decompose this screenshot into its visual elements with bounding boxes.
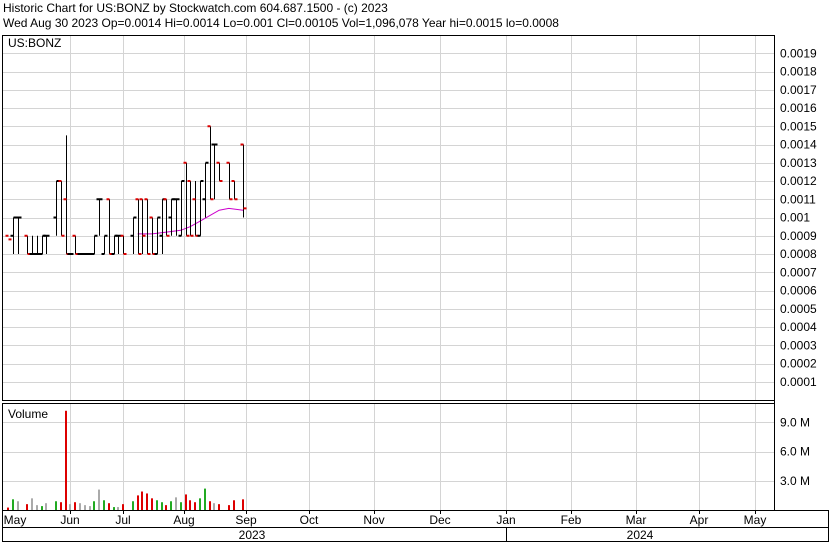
- volume-bar: [31, 498, 33, 510]
- stock-chart: US:BONZ Volume 0.0019 0.0018 0.0017 0.0016 0.0…: [2, 35, 829, 542]
- volume-bar: [156, 500, 158, 510]
- volume-bar: [185, 494, 187, 510]
- volume-bar: [103, 500, 105, 510]
- month-label: Dec: [429, 513, 450, 527]
- volume-bar: [146, 493, 148, 510]
- volume-bar: [113, 507, 115, 510]
- month-label: Feb: [561, 513, 582, 527]
- price-tick-label: 0.0006: [780, 284, 817, 298]
- volume-bar: [84, 505, 86, 510]
- price-tick-label: 0.0008: [780, 247, 817, 261]
- year-label: 2024: [627, 528, 654, 542]
- volume-bar: [165, 505, 167, 510]
- month-label: May: [4, 513, 27, 527]
- volume-bar: [12, 499, 14, 510]
- volume-bar: [17, 501, 19, 510]
- volume-bar: [98, 489, 100, 510]
- price-tick-label: 0.0016: [780, 101, 817, 115]
- volume-panel-frame: [2, 403, 775, 511]
- price-tick-label: 0.0007: [780, 265, 817, 279]
- volume-bar: [204, 488, 206, 510]
- price-tick-label: 0.0002: [780, 357, 817, 371]
- volume-bar: [209, 501, 211, 510]
- month-label: Oct: [300, 513, 319, 527]
- volume-bars: [7, 410, 244, 510]
- volume-bar: [36, 505, 38, 510]
- volume-bar: [41, 506, 43, 510]
- volume-bar: [55, 501, 57, 510]
- price-tick-label: 0.001: [780, 211, 810, 225]
- volume-bar: [137, 495, 139, 510]
- volume-bar: [170, 501, 172, 510]
- volume-bar: [79, 503, 81, 510]
- volume-bar: [233, 500, 235, 510]
- volume-bar: [74, 502, 76, 510]
- volume-bar: [151, 498, 153, 510]
- month-label: May: [744, 513, 767, 527]
- volume-panel-title: Volume: [8, 407, 48, 421]
- volume-bar: [141, 491, 143, 510]
- price-tick-label: 0.0009: [780, 229, 817, 243]
- volume-tick-label: 6.0 M: [780, 445, 810, 459]
- price-tick-label: 0.0014: [780, 138, 817, 152]
- price-tick-label: 0.0019: [780, 46, 817, 60]
- volume-bar: [218, 504, 220, 510]
- volume-bar: [189, 500, 191, 510]
- price-tick-label: 0.0011: [780, 192, 816, 206]
- volume-bar: [108, 503, 110, 510]
- month-label: Sep: [235, 513, 257, 527]
- volume-bar: [7, 507, 9, 510]
- volume-bar: [93, 501, 95, 510]
- volume-bar: [194, 502, 196, 510]
- price-tick-label: 0.0004: [780, 320, 817, 334]
- price-panel-title: US:BONZ: [8, 36, 61, 50]
- volume-bar: [161, 502, 163, 510]
- volume-tick-label: 3.0 M: [780, 474, 810, 488]
- volume-bar: [242, 499, 244, 510]
- price-tick-label: 0.0018: [780, 65, 817, 79]
- volume-bar: [228, 505, 230, 510]
- price-tick-label: 0.0005: [780, 302, 817, 316]
- volume-bar: [69, 504, 71, 510]
- volume-bar: [213, 503, 215, 510]
- axis-labels: US:BONZ Volume 0.0019 0.0018 0.0017 0.0016 0.0…: [4, 36, 817, 542]
- volume-bar: [199, 498, 201, 510]
- volume-bar: [89, 506, 91, 510]
- volume-bar: [117, 507, 119, 510]
- volume-bar: [65, 410, 67, 510]
- volume-tick-label: 9.0 M: [780, 415, 810, 429]
- month-label: Jan: [496, 513, 515, 527]
- month-label: Nov: [363, 513, 384, 527]
- volume-bar: [60, 502, 62, 510]
- month-label: Jul: [115, 513, 130, 527]
- price-tick-label: 0.0015: [780, 119, 817, 133]
- grid-lines: [2, 35, 774, 510]
- price-tick-label: 0.0003: [780, 338, 817, 352]
- chart-panels: [2, 35, 829, 542]
- volume-bar: [122, 504, 124, 510]
- month-label: Aug: [173, 513, 194, 527]
- month-label: Jun: [60, 513, 79, 527]
- volume-bar: [26, 504, 28, 510]
- volume-bar: [175, 497, 177, 510]
- month-label: Apr: [690, 513, 709, 527]
- volume-bar: [45, 503, 47, 510]
- month-label: Mar: [626, 513, 647, 527]
- year-label: 2023: [239, 528, 266, 542]
- price-tick-label: 0.0013: [780, 156, 817, 170]
- volume-bar: [132, 501, 134, 510]
- volume-bar: [180, 502, 182, 510]
- price-tick-label: 0.0017: [780, 83, 817, 97]
- price-tick-label: 0.0012: [780, 174, 817, 188]
- price-tick-label: 0.0001: [780, 375, 817, 389]
